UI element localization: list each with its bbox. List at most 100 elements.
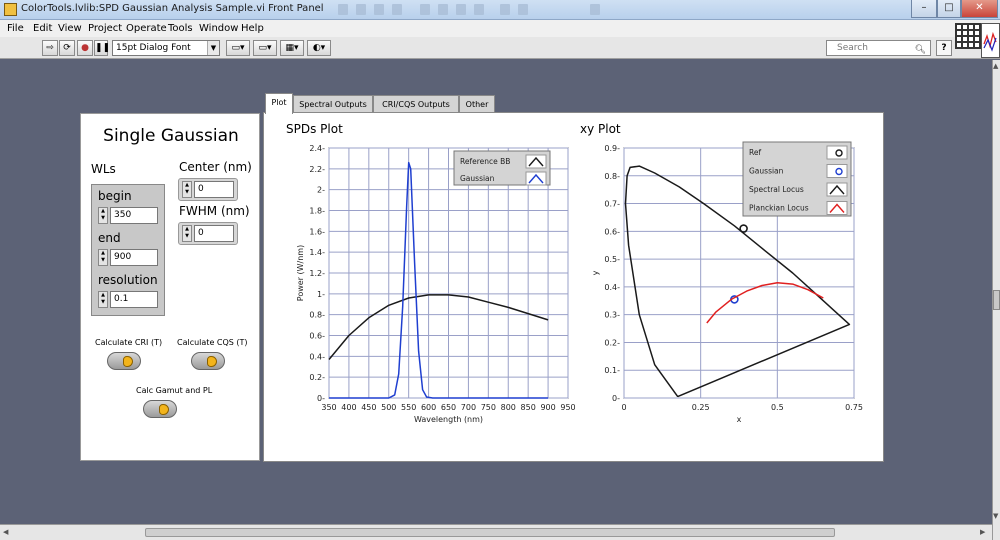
y-tick-label: 0.6- — [604, 227, 620, 236]
abort-icon[interactable]: ● — [77, 40, 93, 56]
legend-entry: Planckian Locus — [749, 204, 809, 213]
menu-view[interactable]: View — [58, 23, 82, 34]
resize-objects-icon[interactable]: ▦▾ — [280, 40, 304, 56]
legend-swatch — [826, 145, 848, 160]
menu-operate[interactable]: Operate — [126, 23, 167, 34]
calc-cqs-toggle[interactable] — [191, 352, 225, 370]
horizontal-scroll-thumb[interactable] — [145, 528, 835, 537]
tab-spectral-outputs[interactable]: Spectral Outputs — [293, 95, 373, 113]
increment-decrement-icon[interactable]: ▲ ▼ — [182, 181, 192, 198]
vi-icon[interactable] — [981, 23, 1000, 58]
vertical-scrollbar[interactable]: ▲ ▼ — [992, 60, 1000, 540]
x-tick-label: 0.75 — [845, 403, 863, 412]
section-title: Single Gaussian — [103, 126, 239, 146]
x-axis-label: Wavelength (nm) — [414, 415, 483, 424]
begin-field[interactable]: 350 — [110, 207, 158, 224]
vertical-scroll-thumb[interactable] — [993, 290, 1000, 310]
y-tick-label: 0.8- — [604, 172, 620, 181]
y-tick-label: 2.4- — [309, 144, 325, 153]
calc-gamut-toggle[interactable] — [143, 400, 177, 418]
legend-swatch — [826, 164, 848, 178]
increment-decrement-icon[interactable]: ▲ ▼ — [98, 207, 108, 224]
run-arrow-icon[interactable]: ⇨ — [42, 40, 58, 56]
led-indicator-icon — [159, 404, 169, 415]
title-ghost-icon — [356, 4, 366, 15]
scroll-left-icon[interactable]: ◀ — [3, 528, 8, 536]
title-ghost-icon — [392, 4, 402, 15]
menu-help[interactable]: Help — [241, 23, 264, 34]
increment-decrement-icon[interactable]: ▲ ▼ — [182, 225, 192, 242]
y-tick-label: 2- — [317, 186, 325, 195]
fwhm-numeric-frame: ▲ ▼ 0 — [178, 222, 238, 245]
calc-cqs-label: Calculate CQS (T) — [177, 338, 248, 347]
tab-other[interactable]: Other — [459, 95, 495, 113]
scroll-up-icon[interactable]: ▲ — [993, 62, 998, 70]
end-numeric[interactable]: ▲ ▼ 900 — [98, 249, 160, 266]
y-tick-label: 0- — [317, 394, 325, 403]
title-ghost-icon — [500, 4, 510, 15]
resolution-label: resolution — [98, 273, 158, 287]
y-tick-label: 0.4- — [604, 283, 620, 292]
resolution-numeric[interactable]: ▲ ▼ 0.1 — [98, 291, 160, 308]
menu-project[interactable]: Project — [88, 23, 122, 34]
align-objects-icon[interactable]: ▭▾ — [226, 40, 250, 56]
y-tick-label: 1.4- — [309, 248, 325, 257]
minimize-button[interactable]: – — [911, 0, 937, 18]
scroll-right-icon[interactable]: ▶ — [980, 528, 985, 536]
center-field[interactable]: 0 — [194, 181, 234, 198]
x-tick-label: 0 — [621, 403, 626, 412]
y-tick-label: 0.5- — [604, 255, 620, 264]
close-button[interactable]: ✕ — [961, 0, 998, 18]
menu-window[interactable]: Window — [199, 23, 238, 34]
title-ghost-icon — [374, 4, 384, 15]
x-tick-label: 800 — [501, 403, 516, 412]
font-selector[interactable]: 15pt Dialog Font ▼ — [112, 40, 220, 56]
led-indicator-icon — [123, 356, 133, 367]
begin-numeric[interactable]: ▲ ▼ 350 — [98, 207, 160, 224]
legend-entry: Gaussian — [749, 167, 784, 176]
y-axis-label: y — [591, 270, 600, 275]
increment-decrement-icon[interactable]: ▲ ▼ — [98, 291, 108, 308]
center-label: Center (nm) — [179, 160, 252, 174]
center-numeric[interactable]: ▲ ▼ 0 — [182, 181, 236, 198]
tab-plot[interactable]: Plot — [265, 93, 293, 114]
x-tick-label: 0.5 — [771, 403, 784, 412]
x-tick-label: 650 — [441, 403, 456, 412]
x-tick-label: 600 — [421, 403, 436, 412]
pause-icon[interactable]: ❚❚ — [94, 40, 110, 56]
connector-pane-icon[interactable] — [955, 23, 981, 49]
run-continuously-icon[interactable]: ⟳ — [59, 40, 75, 56]
center-numeric-frame: ▲ ▼ 0 — [178, 178, 238, 201]
fwhm-field[interactable]: 0 — [194, 225, 234, 242]
menu-file[interactable]: File — [7, 23, 24, 34]
spd-plot[interactable]: 350 400 450 500 550 600 650 700 750 800 850 900 950 0… — [264, 113, 884, 461]
context-help-button[interactable]: ? — [936, 40, 952, 56]
fwhm-numeric[interactable]: ▲ ▼ 0 — [182, 225, 236, 242]
y-tick-label: 1.6- — [309, 227, 325, 236]
resolution-field[interactable]: 0.1 — [110, 291, 158, 308]
distribute-objects-icon[interactable]: ▭▾ — [253, 40, 277, 56]
x-tick-label: 550 — [401, 403, 416, 412]
legend-entry: Spectral Locus — [749, 185, 804, 194]
x-tick-label: 350 — [321, 403, 336, 412]
maximize-button[interactable]: □ — [937, 0, 961, 18]
title-ghost-icon — [420, 4, 430, 15]
increment-decrement-icon[interactable]: ▲ ▼ — [98, 249, 108, 266]
reorder-icon[interactable]: ◐▾ — [307, 40, 331, 56]
tab-cri-cqs-outputs[interactable]: CRI/CQS Outputs — [373, 95, 459, 113]
calc-cri-toggle[interactable] — [107, 352, 141, 370]
y-tick-label: 0.8- — [309, 311, 325, 320]
title-ghost-icon — [338, 4, 348, 15]
horizontal-scrollbar[interactable]: ◀ ▶ — [0, 524, 992, 540]
menu-edit[interactable]: Edit — [33, 23, 52, 34]
end-field[interactable]: 900 — [110, 249, 158, 266]
y-tick-label: 1.2- — [309, 269, 325, 278]
menu-tools[interactable]: Tools — [168, 23, 193, 34]
single-gaussian-controls: Single Gaussian WLs begin ▲ ▼ 350 end ▲ ▼ … — [80, 113, 260, 461]
calc-gamut-label: Calc Gamut and PL — [136, 386, 213, 395]
scroll-down-icon[interactable]: ▼ — [993, 512, 998, 520]
x-tick-label: 950 — [560, 403, 575, 412]
title-ghost-icon — [518, 4, 528, 15]
search-input[interactable]: Search 🔍︎ — [826, 40, 931, 56]
y-tick-label: 0.6- — [309, 332, 325, 341]
